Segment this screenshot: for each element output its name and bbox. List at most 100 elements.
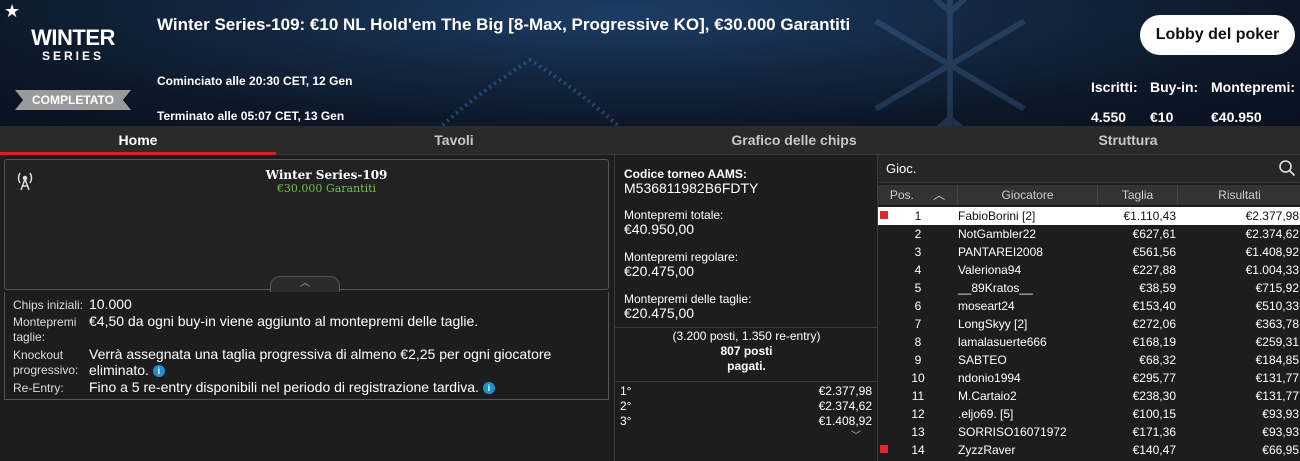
player-position: 4 — [914, 263, 922, 277]
end-time: Terminato alle 05:07 CET, 13 Gen — [157, 109, 345, 123]
prize-row: 2° €2.374,62 — [620, 399, 872, 413]
tab-chip-chart[interactable]: Grafico delle chips — [632, 126, 956, 155]
player-position: 7 — [914, 317, 922, 331]
player-result: €510,33 — [1255, 299, 1299, 313]
player-result: €1.408,92 — [1245, 245, 1299, 259]
player-name: M.Cartaio2 — [958, 389, 1017, 403]
search-icon[interactable] — [1278, 159, 1296, 177]
aams-code: M536811982B6FDTY — [624, 180, 759, 196]
column-position[interactable]: Pos. ︿ — [878, 185, 958, 205]
player-position: 1 — [914, 209, 922, 223]
knockout-value-2: eliminato. — [89, 362, 149, 378]
player-result: €66,95 — [1262, 443, 1299, 457]
prize-place: 1° — [620, 384, 632, 398]
column-player[interactable]: Giocatore — [958, 185, 1098, 205]
player-name: NotGambler22 — [958, 227, 1037, 241]
player-position: 11 — [911, 389, 925, 403]
player-result: €93,93 — [1262, 425, 1299, 439]
tab-structure[interactable]: Struttura — [956, 126, 1300, 155]
table-row[interactable]: 13 SORRISO16071972 €171,36 €93,93 — [878, 423, 1300, 441]
bounty-pool-label-1: Montepremi — [13, 315, 77, 329]
prize-place: 3° — [620, 414, 632, 428]
table-row[interactable]: 12 .eljo69. [5] €100,15 €93,93 — [878, 405, 1300, 423]
player-name: lamalasuerte666 — [958, 335, 1047, 349]
divider — [615, 381, 878, 382]
column-results[interactable]: Risultati — [1178, 185, 1300, 205]
table-row[interactable]: 4 Valeriona94 €227,88 €1.004,33 — [878, 261, 1300, 279]
seats-line-3: pagati. — [727, 359, 766, 373]
tab-tables[interactable]: Tavoli — [276, 126, 632, 155]
player-name: .eljo69. [5] — [958, 407, 1014, 421]
knockout-value-line2: eliminato. i — [89, 362, 165, 378]
favorite-star-icon[interactable]: ★ — [4, 2, 20, 20]
player-result: €1.004,33 — [1245, 263, 1299, 277]
table-row[interactable]: 14 ZyzzRaver €140,47 €66,95 — [878, 441, 1300, 459]
snowflake-decoration — [874, 0, 1026, 126]
player-stack: €140,47 — [1132, 443, 1176, 457]
chips-value: 10.000 — [89, 296, 132, 312]
table-row[interactable]: 11 M.Cartaio2 €238,30 €131,77 — [878, 387, 1300, 405]
table-row[interactable]: 8 lamalasuerte666 €168,19 €259,31 — [878, 333, 1300, 351]
table-row[interactable]: 7 LongSkyy [2] €272,06 €363,78 — [878, 315, 1300, 333]
buyin-label: Buy-in: — [1150, 79, 1199, 95]
chevron-up-icon: ︿ — [300, 278, 310, 289]
player-position: 8 — [914, 335, 922, 349]
bounty-pool-label-2: taglie: — [13, 330, 46, 344]
player-position: 10 — [911, 371, 925, 385]
bounty-pool-value: €4,50 da ogni buy-in viene aggiunto al m… — [89, 313, 479, 329]
sort-up-icon[interactable]: ︿ — [933, 188, 945, 202]
chips-label: Chips iniziali: — [13, 298, 84, 312]
bounty-prize-label: Montepremi delle taglie: — [624, 292, 752, 306]
table-row[interactable]: 2 NotGambler22 €627,61 €2.374,62 — [878, 225, 1300, 243]
player-stack: €168,19 — [1132, 335, 1176, 349]
player-search-bar[interactable]: Gioc. — [878, 155, 1300, 183]
paid-seats-info: (3.200 posti, 1.350 re-entry) 807 posti … — [615, 329, 878, 374]
table-row[interactable]: 3 PANTAREI2008 €561,56 €1.408,92 — [878, 243, 1300, 261]
player-name: ZyzzRaver — [958, 443, 1016, 457]
player-stack: €227,88 — [1132, 263, 1176, 277]
reentry-label: Re-Entry: — [13, 381, 64, 395]
preview-guarantee: €30.000 Garantiti — [276, 182, 377, 195]
prize-info-panel: Codice torneo AAMS: M536811982B6FDTY Mon… — [614, 155, 878, 461]
player-stack: €295,77 — [1132, 371, 1176, 385]
player-name: ndonio1994 — [958, 371, 1021, 385]
table-row[interactable]: 1 FabioBorini [2] €1.110,43 €2.377,98 — [878, 207, 1300, 225]
table-row[interactable]: 5 __89Kratos__ €38,59 €715,92 — [878, 279, 1300, 297]
table-row[interactable]: 10 ndonio1994 €295,77 €131,77 — [878, 369, 1300, 387]
seats-line-1: (3.200 posti, 1.350 re-entry) — [672, 329, 821, 343]
player-stack: €1.110,43 — [1123, 209, 1177, 223]
player-position: 12 — [911, 407, 925, 421]
info-icon[interactable]: i — [482, 382, 495, 395]
bounty-prize-value: €20.475,00 — [624, 305, 695, 321]
entrants-label: Iscritti: — [1091, 79, 1138, 95]
player-stack: €627,61 — [1132, 227, 1176, 241]
total-prize-label: Montepremi totale: — [624, 208, 724, 222]
collapse-toggle[interactable]: ︿ — [270, 276, 340, 292]
player-result: €184,85 — [1255, 353, 1299, 367]
preview-tournament-name: Winter Series-109 — [265, 168, 388, 182]
aams-label: Codice torneo AAMS: — [624, 167, 747, 181]
player-position: 9 — [914, 353, 922, 367]
tournament-info: Chips iniziali: 10.000 Montepremi taglie… — [4, 292, 609, 400]
table-row[interactable]: 6 moseart24 €153,40 €510,33 — [878, 297, 1300, 315]
table-row[interactable]: 9 SABTEO €68,32 €184,85 — [878, 351, 1300, 369]
tab-bar: Home Tavoli Grafico delle chips Struttur… — [0, 126, 1300, 155]
tournament-title: Winter Series-109: €10 NL Hold'em The Bi… — [157, 15, 851, 34]
info-icon[interactable]: i — [152, 365, 165, 378]
logo-text-series: SERIES — [41, 49, 104, 63]
flag-icon — [880, 445, 888, 453]
prizepool-label: Montepremi: — [1211, 79, 1295, 95]
flag-icon — [880, 211, 888, 219]
chevron-down-icon[interactable]: ﹀ — [851, 427, 861, 442]
tab-home[interactable]: Home — [0, 126, 276, 155]
player-stack: €38,59 — [1139, 281, 1176, 295]
player-name: SABTEO — [958, 353, 1007, 367]
divider — [615, 327, 878, 328]
player-name: PANTAREI2008 — [958, 245, 1043, 259]
prize-amount: €2.374,62 — [818, 399, 872, 413]
knockout-value-1: Verrà assegnata una taglia progressiva d… — [89, 346, 552, 362]
poker-lobby-button[interactable]: Lobby del poker — [1140, 15, 1295, 55]
player-stack: €100,15 — [1132, 407, 1176, 421]
players-table-header: Pos. ︿ Giocatore Taglia Risultati — [878, 185, 1300, 205]
column-stack[interactable]: Taglia — [1098, 185, 1178, 205]
